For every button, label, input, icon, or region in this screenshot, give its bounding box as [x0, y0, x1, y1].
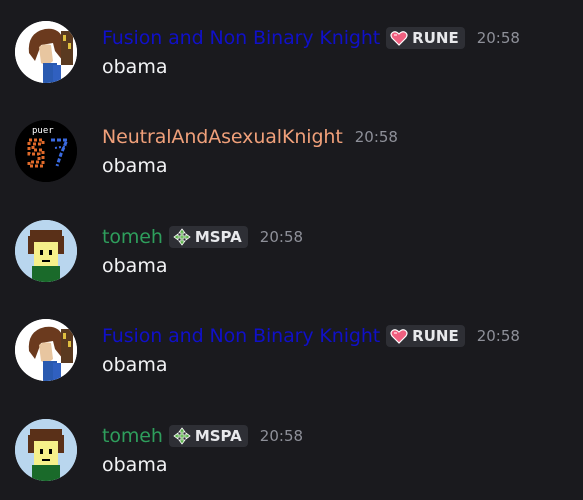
message-content: obama — [102, 354, 168, 376]
chat-message-list: Fusion and Non Binary Knight RUNE 20:58 … — [0, 0, 583, 500]
username[interactable]: tomeh — [102, 422, 163, 450]
avatar[interactable] — [15, 21, 77, 83]
avatar-caption: puer — [32, 126, 54, 136]
message-header: Fusion and Non Binary Knight RUNE 20:58 — [102, 24, 520, 52]
message-content: obama — [102, 56, 168, 78]
timestamp: 20:58 — [259, 427, 304, 445]
role-tag-label: RUNE — [412, 29, 459, 47]
chat-message: tomeh MSPA 20:58 obama — [0, 419, 583, 500]
role-tag[interactable]: MSPA — [168, 226, 248, 248]
role-tag-label: RUNE — [412, 327, 459, 345]
timestamp: 20:58 — [354, 128, 398, 146]
timestamp: 20:58 — [259, 228, 304, 246]
role-tag-label: MSPA — [194, 228, 242, 246]
chat-message: Fusion and Non Binary Knight RUNE 20:58 … — [0, 319, 583, 409]
avatar[interactable] — [15, 220, 77, 282]
role-tag[interactable]: MSPA — [168, 425, 248, 447]
avatar[interactable] — [15, 319, 77, 381]
chat-message: puer NeutralAndAsexualKnight 20:58 obama — [0, 120, 583, 210]
diamond-arrows-icon — [173, 228, 191, 246]
username[interactable]: Fusion and Non Binary Knight — [102, 24, 380, 52]
message-content: obama — [102, 255, 168, 277]
heart-icon — [390, 329, 408, 344]
role-tag-label: MSPA — [194, 427, 242, 445]
diamond-arrows-icon — [173, 427, 191, 445]
message-header: NeutralAndAsexualKnight 20:58 — [102, 123, 398, 151]
message-content: obama — [102, 155, 168, 177]
username[interactable]: tomeh — [102, 223, 163, 251]
timestamp: 20:58 — [476, 327, 520, 345]
chat-message: tomeh MSPA 20:58 obama — [0, 220, 583, 310]
message-header: Fusion and Non Binary Knight RUNE 20:58 — [102, 322, 520, 350]
message-content: obama — [102, 454, 168, 476]
message-header: tomeh MSPA 20:58 — [102, 422, 303, 450]
chat-message: Fusion and Non Binary Knight RUNE 20:58 … — [0, 21, 583, 111]
username[interactable]: NeutralAndAsexualKnight — [102, 123, 343, 151]
heart-icon — [390, 31, 408, 46]
avatar[interactable] — [15, 419, 77, 481]
timestamp: 20:58 — [476, 29, 520, 47]
message-header: tomeh MSPA 20:58 — [102, 223, 303, 251]
role-tag[interactable]: RUNE — [386, 325, 465, 347]
avatar[interactable]: puer — [15, 120, 77, 182]
role-tag[interactable]: RUNE — [386, 27, 465, 49]
username[interactable]: Fusion and Non Binary Knight — [102, 322, 380, 350]
